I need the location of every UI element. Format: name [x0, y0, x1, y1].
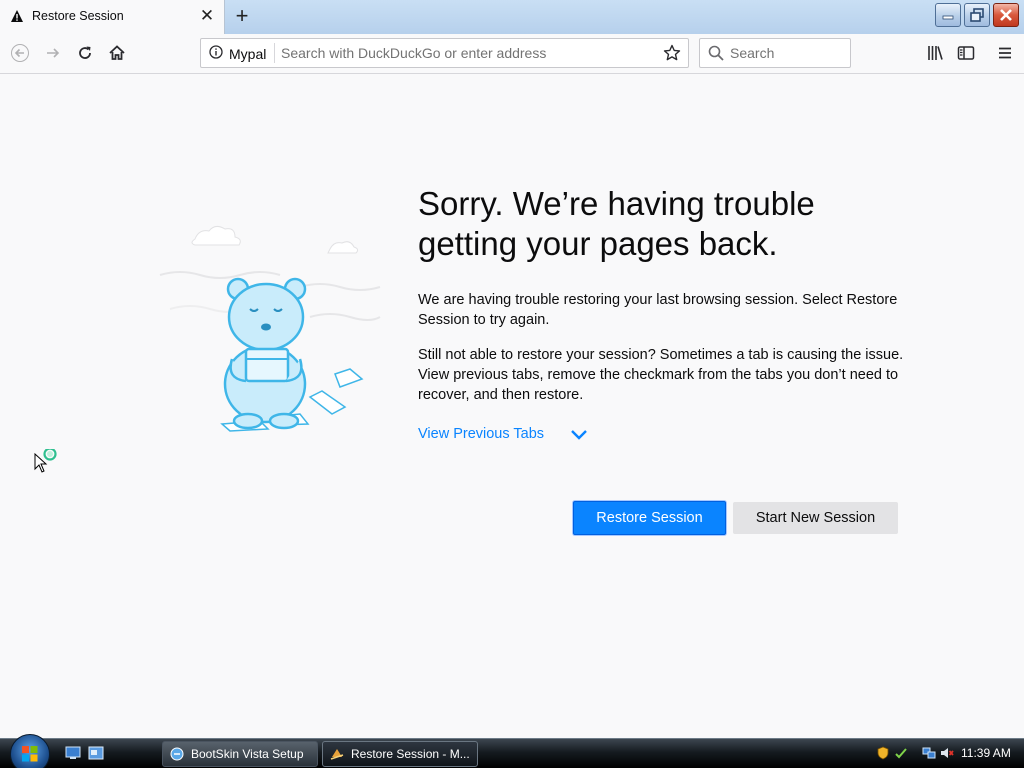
bootskin-icon	[170, 747, 184, 761]
back-arrow-icon	[11, 44, 29, 62]
sidebar-button[interactable]	[952, 39, 980, 67]
taskbar-item-label: Restore Session - M...	[351, 747, 470, 761]
warning-icon	[11, 10, 23, 22]
taskbar: BootSkin Vista Setup Restore Session - M…	[0, 734, 1024, 768]
minimize-icon	[942, 15, 954, 20]
hamburger-menu-icon	[999, 47, 1011, 59]
url-input[interactable]	[281, 42, 651, 64]
sidebar-icon	[957, 46, 975, 60]
mypal-browser-icon	[330, 749, 344, 760]
network-icon[interactable]	[922, 746, 936, 760]
home-icon	[109, 45, 125, 60]
menu-button[interactable]	[991, 39, 1019, 67]
close-window-button[interactable]	[993, 3, 1019, 27]
tab-title: Restore Session	[32, 9, 124, 23]
taskbar-item-label: BootSkin Vista Setup	[191, 747, 304, 761]
info-icon[interactable]	[209, 45, 223, 59]
minimize-button[interactable]	[935, 3, 961, 27]
forward-arrow-icon	[47, 48, 60, 58]
divider	[274, 43, 275, 63]
error-description: We are having trouble restoring your las…	[418, 292, 898, 328]
search-input[interactable]	[730, 42, 845, 64]
tab-restore-session[interactable]: Restore Session ✕	[0, 0, 225, 34]
reload-button[interactable]	[71, 39, 99, 67]
address-bar[interactable]: Mypal	[200, 38, 689, 68]
error-heading: Sorry. We’re having trouble getting your…	[418, 185, 815, 262]
chevron-down-icon[interactable]	[570, 429, 588, 441]
system-clock[interactable]: 11:39 AM	[961, 746, 1011, 760]
library-icon	[928, 46, 943, 60]
restore-window-button[interactable]	[964, 3, 990, 27]
switch-windows-icon[interactable]	[88, 746, 104, 760]
taskbar-item-restore-session[interactable]: Restore Session - M...	[322, 741, 478, 767]
forward-button[interactable]	[39, 39, 67, 67]
search-icon	[708, 45, 724, 61]
reload-icon	[79, 46, 91, 59]
view-previous-tabs-link[interactable]: View Previous Tabs	[418, 426, 544, 442]
library-button[interactable]	[921, 39, 949, 67]
restore-session-button[interactable]: Restore Session	[573, 501, 726, 535]
close-icon	[1000, 9, 1012, 21]
new-tab-button[interactable]: +	[230, 4, 254, 28]
bookmark-star-icon[interactable]	[663, 44, 681, 62]
start-button[interactable]	[10, 734, 50, 768]
back-button[interactable]	[6, 39, 34, 67]
identity-label[interactable]: Mypal	[229, 46, 266, 62]
search-box[interactable]	[699, 38, 851, 68]
taskbar-item-bootskin[interactable]: BootSkin Vista Setup	[162, 741, 318, 767]
page-content: Sorry. We’re having trouble getting your…	[0, 74, 1024, 738]
show-desktop-icon[interactable]	[65, 746, 81, 760]
safely-remove-icon[interactable]	[894, 746, 908, 760]
windows-logo-icon	[22, 746, 38, 762]
start-new-session-button[interactable]: Start New Session	[733, 502, 898, 534]
busy-cursor-icon	[34, 449, 57, 473]
close-tab-icon[interactable]: ✕	[197, 6, 217, 26]
error-help-text: Still not able to restore your session? …	[418, 347, 904, 403]
bear-illustration	[159, 225, 381, 432]
navigation-toolbar: Mypal	[0, 34, 1024, 74]
volume-muted-icon[interactable]	[940, 746, 954, 760]
tab-strip: Restore Session ✕ +	[0, 0, 1024, 34]
restore-window-icon	[970, 8, 984, 22]
security-shield-icon[interactable]	[876, 746, 890, 760]
home-button[interactable]	[103, 39, 131, 67]
